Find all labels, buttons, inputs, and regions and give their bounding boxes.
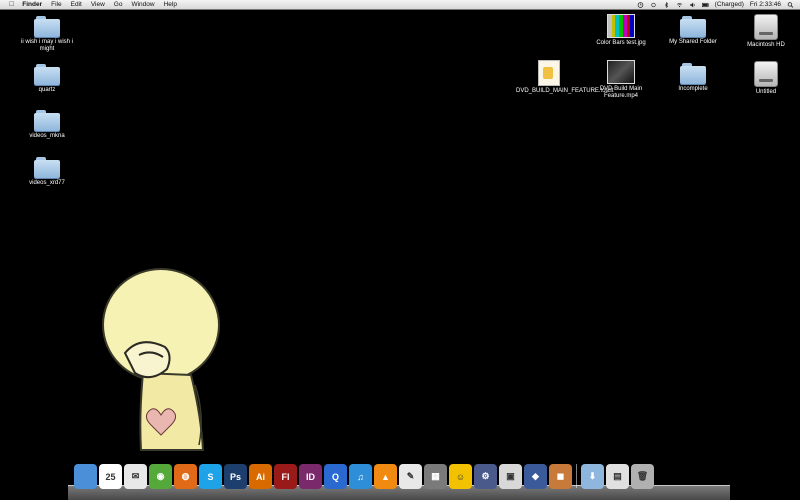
dock-itunes-icon[interactable]: ♫: [349, 464, 372, 489]
dock-ical-icon[interactable]: 25: [99, 464, 122, 489]
spotlight-icon[interactable]: [787, 1, 794, 8]
toast-document-icon: [538, 60, 560, 86]
menu-edit[interactable]: Edit: [71, 0, 82, 9]
wifi-icon[interactable]: [676, 2, 683, 8]
menu-clock[interactable]: Fri 2:33:46: [750, 0, 781, 9]
desktop-icon-label: Color Bars test.jpg: [596, 40, 646, 46]
menu-app-finder[interactable]: Finder: [22, 0, 42, 9]
dock-mail-icon[interactable]: ✉: [124, 464, 147, 489]
folder-icon: [680, 63, 706, 84]
desktop-icon-drive[interactable]: Untitled: [733, 61, 799, 96]
status-area: (Charged) Fri 2:33:46: [637, 0, 794, 9]
desktop-icon-image[interactable]: Color Bars test.jpg: [588, 14, 654, 47]
desktop-icon-folder[interactable]: Incomplete: [660, 63, 726, 93]
desktop-icon-label: videos_xrd77: [29, 180, 65, 186]
folder-icon: [34, 110, 60, 131]
dock-adium-icon[interactable]: ☺: [449, 464, 472, 489]
wallpaper-character: [102, 268, 220, 451]
dock-quicktime-icon[interactable]: Q: [324, 464, 347, 489]
desktop-icon-folder[interactable]: videos_xrd77: [14, 157, 80, 187]
desktop-icon-label: Untitled: [755, 89, 777, 95]
apple-menu-icon[interactable]: : [9, 0, 14, 9]
menu-go[interactable]: Go: [114, 0, 123, 9]
desktop-icon-drive[interactable]: Macintosh HD: [733, 14, 799, 49]
dock-documents-stack-icon[interactable]: ▤: [606, 464, 629, 489]
menu-file[interactable]: File: [51, 0, 61, 9]
time-machine-icon[interactable]: [637, 1, 644, 8]
menu-bar:  Finder File Edit View Go Window Help (…: [0, 0, 800, 10]
desktop-icon-folder[interactable]: videos_mkna: [14, 110, 80, 140]
shared-folder-icon: [680, 16, 706, 37]
desktop-icon-label: Incomplete: [678, 86, 708, 92]
dock: 25 ✉ ◉ ◍ S Ps Ai Fl ID Q ♫ ▲ ✎ ▦ ☺ ⚙ ▣ ◆ ◼ ⬇ ▤ 🗑: [68, 464, 730, 500]
desktop-icon-folder[interactable]: ii wish i may i wish i might: [14, 16, 80, 53]
desktop-icon-video[interactable]: DVD Build Main Feature.mp4: [588, 60, 654, 100]
dock-flash-icon[interactable]: Fl: [274, 464, 297, 489]
color-bars-icon: [607, 14, 635, 38]
battery-status[interactable]: (Charged): [715, 0, 744, 9]
dock-textedit-icon[interactable]: ✎: [399, 464, 422, 489]
folder-icon: [34, 16, 60, 37]
dock-toast-icon[interactable]: ◼: [549, 464, 572, 489]
dock-cyberduck-icon[interactable]: ◆: [524, 464, 547, 489]
dock-downloads-folder-icon[interactable]: ⬇: [581, 464, 604, 489]
dock-photoshop-icon[interactable]: Ps: [224, 464, 247, 489]
dock-firefox-icon[interactable]: ◍: [174, 464, 197, 489]
dock-preview-icon[interactable]: ▣: [499, 464, 522, 489]
volume-icon[interactable]: [689, 2, 696, 8]
folder-icon: [34, 157, 60, 178]
menu-window[interactable]: Window: [131, 0, 154, 9]
dock-separator: [576, 464, 577, 488]
sync-icon[interactable]: [650, 2, 657, 8]
dock-activity-monitor-icon[interactable]: ▦: [424, 464, 447, 489]
dock-skype-icon[interactable]: S: [199, 464, 222, 489]
desktop-icon-label: DVD Build Main Feature.mp4: [599, 86, 643, 99]
video-file-icon: [607, 60, 635, 84]
hard-drive-icon: [754, 14, 778, 40]
dock-vlc-icon[interactable]: ▲: [374, 464, 397, 489]
dock-trash-icon[interactable]: 🗑: [631, 464, 654, 489]
desktop-icon-label: quartz: [38, 87, 56, 93]
desktop-icon-folder[interactable]: quartz: [14, 64, 80, 94]
dock-indesign-icon[interactable]: ID: [299, 464, 322, 489]
desktop-icon-label: ii wish i may i wish i might: [20, 39, 73, 52]
bluetooth-icon[interactable]: [663, 1, 670, 8]
hard-drive-icon: [754, 61, 778, 87]
desktop-icon-label: My Shared Folder: [669, 39, 717, 45]
desktop-icon-folder[interactable]: My Shared Folder: [660, 16, 726, 46]
dock-dashboard-icon[interactable]: ◉: [149, 464, 172, 489]
desktop-icon-label: Macintosh HD: [747, 42, 785, 48]
battery-icon[interactable]: [701, 2, 709, 8]
dock-system-preferences-icon[interactable]: ⚙: [474, 464, 497, 489]
folder-icon: [34, 64, 60, 85]
desktop-icon-label: DVD_BUILD_MAIN_FEATURE.toast: [516, 88, 614, 94]
desktop-icon-label: videos_mkna: [29, 133, 65, 139]
dock-finder-icon[interactable]: [74, 464, 97, 489]
dock-illustrator-icon[interactable]: Ai: [249, 464, 272, 489]
desktop-icon-document[interactable]: DVD_BUILD_MAIN_FEATURE.toast: [516, 60, 614, 95]
menu-view[interactable]: View: [91, 0, 105, 9]
menu-help[interactable]: Help: [164, 0, 177, 9]
